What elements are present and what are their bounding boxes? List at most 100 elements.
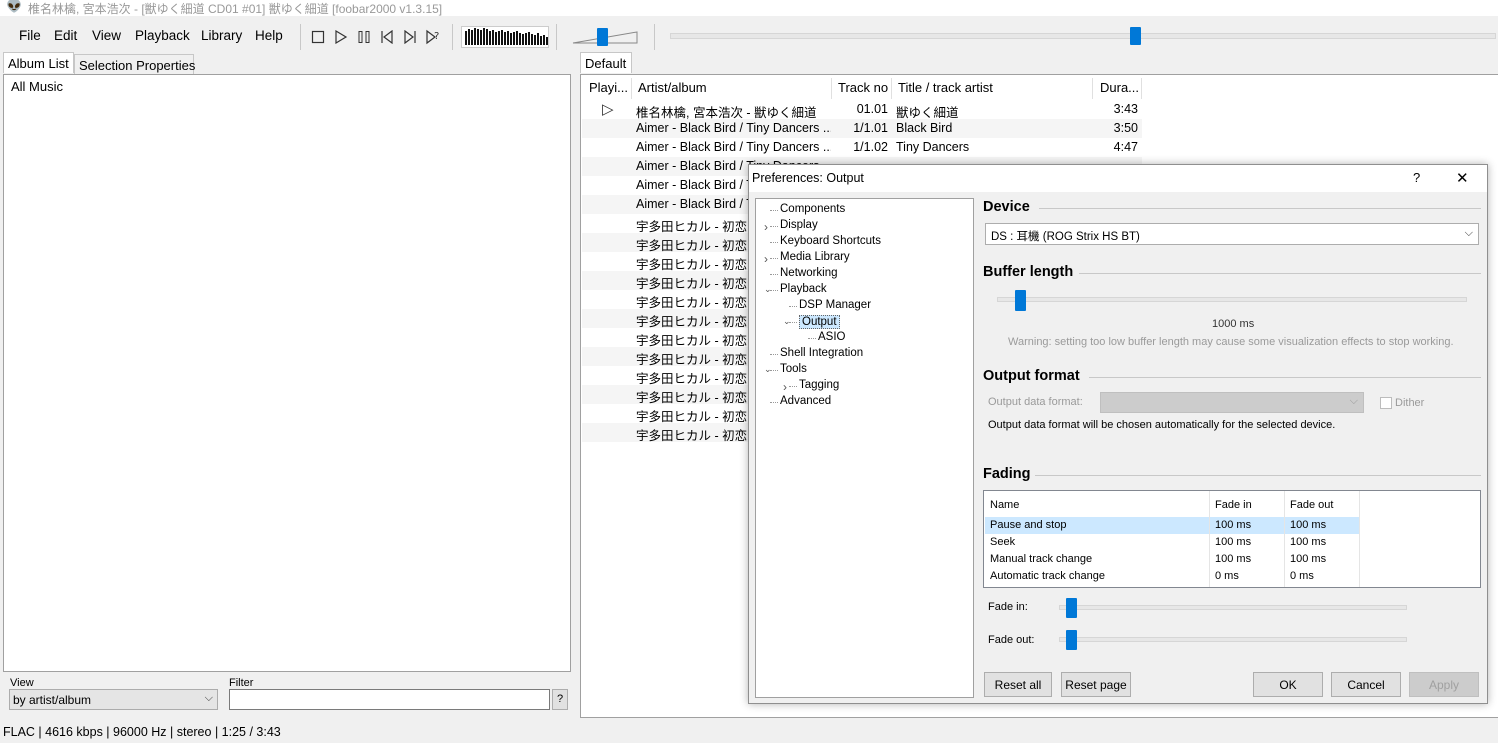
tree-item-playback[interactable]: Playback	[780, 283, 827, 295]
menu-file[interactable]: File	[19, 28, 41, 43]
fading-row-name[interactable]: Automatic track change	[990, 570, 1105, 582]
tree-item-asio[interactable]: ASIO	[818, 331, 845, 343]
spectrum-bar	[537, 33, 539, 45]
col-playing[interactable]: Playi...	[589, 80, 628, 95]
fade-out-slider[interactable]	[1059, 629, 1407, 651]
playing-indicator: ▷	[602, 101, 614, 118]
col-duration[interactable]: Dura...	[1100, 80, 1139, 95]
tree-item-shell-integration[interactable]: Shell Integration	[780, 347, 863, 359]
menu-help[interactable]: Help	[255, 28, 283, 43]
dither-checkbox[interactable]	[1380, 397, 1392, 409]
output-format-heading: Output format	[983, 368, 1080, 384]
fading-row-fade-in[interactable]: 100 ms	[1215, 536, 1251, 548]
tree-item-tagging[interactable]: Tagging	[799, 379, 839, 391]
buffer-length-slider[interactable]	[997, 289, 1467, 311]
tree-item-advanced[interactable]: Advanced	[780, 395, 831, 407]
col-artist-album[interactable]: Artist/album	[638, 80, 707, 95]
collapse-icon[interactable]: ⌄	[764, 364, 772, 375]
ok-button[interactable]: OK	[1253, 672, 1323, 697]
volume-thumb[interactable]	[597, 28, 608, 46]
fading-row-name[interactable]: Pause and stop	[990, 519, 1066, 531]
menu-library[interactable]: Library	[201, 28, 242, 43]
device-heading: Device	[983, 199, 1030, 215]
collapse-icon[interactable]: ⌄	[764, 284, 772, 295]
tab-selection-properties[interactable]: Selection Properties	[74, 54, 195, 75]
fading-row-name[interactable]: Manual track change	[990, 553, 1092, 565]
playlist-row[interactable]: Aimer - Black Bird / Tiny Dancers ... 1/1…	[582, 119, 1142, 138]
close-icon[interactable]: ✕	[1456, 169, 1469, 187]
tree-item-media-library[interactable]: Media Library	[780, 251, 850, 263]
output-data-format-dropdown[interactable]: ⌵	[1100, 392, 1364, 413]
fading-row-fade-in[interactable]: 100 ms	[1215, 519, 1251, 531]
tree-item-tools[interactable]: Tools	[780, 363, 807, 375]
fading-row-fade-in[interactable]: 0 ms	[1215, 570, 1239, 582]
expand-icon[interactable]: ›	[783, 380, 787, 394]
device-dropdown[interactable]: DS : 耳機 (ROG Strix HS BT) ⌵	[985, 223, 1479, 245]
view-dropdown[interactable]: by artist/album ⌵	[9, 689, 218, 710]
fading-row-name[interactable]: Seek	[990, 536, 1015, 548]
spectrum-bar	[471, 30, 473, 45]
playlist-row[interactable]: ▷ 椎名林檎, 宮本浩次 - 獣ゆく細道 01.01 獣ゆく細道 3:43	[582, 100, 1142, 120]
col-title[interactable]: Title / track artist	[898, 80, 993, 95]
spectrum-bar	[510, 33, 512, 45]
fading-row-fade-out[interactable]: 100 ms	[1290, 519, 1326, 531]
spectrum-bar	[501, 30, 503, 45]
spectrum-bar	[540, 36, 542, 45]
tab-album-list[interactable]: Album List	[3, 52, 74, 73]
stop-icon[interactable]	[309, 28, 327, 46]
fading-col-name[interactable]: Name	[990, 499, 1019, 511]
expand-icon[interactable]: ›	[764, 252, 768, 266]
spectrum-bar	[507, 31, 509, 45]
seek-thumb[interactable]	[1130, 27, 1141, 45]
tree-root-all-music[interactable]: All Music	[11, 79, 63, 94]
tree-item-dsp-manager[interactable]: DSP Manager	[799, 299, 871, 311]
previous-icon[interactable]	[378, 28, 396, 46]
reset-page-button[interactable]: Reset page	[1061, 672, 1131, 697]
title-bar: 👽 椎名林檎, 宮本浩次 - [獣ゆく細道 CD01 #01] 獣ゆく細道 [f…	[0, 0, 1498, 16]
volume-slider[interactable]	[572, 28, 638, 46]
spectrum-bar	[525, 33, 527, 45]
fade-out-thumb[interactable]	[1066, 630, 1077, 650]
row-title: Black Bird	[896, 121, 953, 135]
fading-row-fade-out[interactable]: 100 ms	[1290, 536, 1326, 548]
tree-item-keyboard-shortcuts[interactable]: Keyboard Shortcuts	[780, 235, 881, 247]
menu-view[interactable]: View	[92, 28, 121, 43]
svg-text:?: ?	[434, 31, 439, 42]
tree-item-networking[interactable]: Networking	[780, 267, 838, 279]
pause-icon[interactable]	[355, 28, 373, 46]
playlist-row[interactable]: Aimer - Black Bird / Tiny Dancers ... 1/1…	[582, 138, 1142, 157]
next-icon[interactable]	[401, 28, 419, 46]
fading-row-fade-out[interactable]: 100 ms	[1290, 553, 1326, 565]
tree-item-components[interactable]: Components	[780, 203, 845, 215]
buffer-length-heading: Buffer length	[983, 264, 1074, 280]
apply-button[interactable]: Apply	[1409, 672, 1479, 697]
collapse-icon[interactable]: ⌄	[783, 316, 791, 327]
tree-item-display[interactable]: Display	[780, 219, 818, 231]
fade-in-thumb[interactable]	[1066, 598, 1077, 618]
filter-input[interactable]	[229, 689, 550, 710]
reset-all-button[interactable]: Reset all	[984, 672, 1052, 697]
buffer-length-value: 1000 ms	[1212, 318, 1255, 330]
menu-edit[interactable]: Edit	[54, 28, 77, 43]
row-track-no: 1/1.01	[853, 121, 888, 135]
tree-item-output[interactable]: Output	[799, 315, 840, 329]
spectrum-bar	[513, 32, 515, 45]
fading-col-fade-in[interactable]: Fade in	[1215, 499, 1252, 511]
col-track-no[interactable]: Track no	[838, 80, 888, 95]
view-label: View	[10, 677, 34, 689]
buffer-length-thumb[interactable]	[1015, 290, 1026, 311]
dialog-help-button[interactable]: ?	[1413, 170, 1420, 185]
fade-in-slider[interactable]	[1059, 597, 1407, 619]
expand-icon[interactable]: ›	[764, 220, 768, 234]
fading-row-fade-out[interactable]: 0 ms	[1290, 570, 1314, 582]
cancel-button[interactable]: Cancel	[1331, 672, 1401, 697]
filter-help-button[interactable]: ?	[552, 689, 568, 710]
tab-default-playlist[interactable]: Default	[580, 52, 632, 73]
fading-row-fade-in[interactable]: 100 ms	[1215, 553, 1251, 565]
seek-bar[interactable]	[670, 27, 1496, 45]
play-icon[interactable]	[332, 28, 350, 46]
menu-playback[interactable]: Playback	[135, 28, 190, 43]
fading-col-fade-out[interactable]: Fade out	[1290, 499, 1333, 511]
random-icon[interactable]: ?	[424, 28, 442, 46]
row-artist: Aimer - Black Bird / Tiny Dancers ...	[636, 121, 831, 135]
